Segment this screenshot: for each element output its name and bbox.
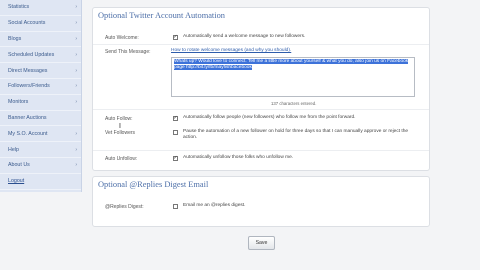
auto-follow-checkbox[interactable]: ✓ — [173, 116, 178, 121]
sidebar-item-label: My S.O. Account — [8, 130, 48, 137]
sidebar-item-blogs[interactable]: Blogs › — [0, 32, 81, 48]
auto-follow-label: Auto Follow: — [105, 116, 133, 122]
sidebar-item-logout[interactable]: Logout — [0, 174, 81, 190]
sidebar-item-label: Banner Auctions — [8, 114, 47, 121]
divider — [93, 44, 429, 45]
auto-welcome-checkbox[interactable]: ✓ — [173, 35, 178, 40]
welcome-message-text: Whats up? Would love to connect. Tell me… — [174, 59, 409, 71]
sidebar-item-social-accounts[interactable]: Social Accounts › — [0, 16, 81, 32]
sidebar-item-label: Help — [8, 146, 19, 153]
divider — [93, 150, 429, 151]
send-message-label: Send This Message: — [105, 49, 151, 55]
automation-title: Optional Twitter Account Automation — [98, 11, 225, 20]
sidebar-item-monitors[interactable]: Monitors › — [0, 95, 81, 111]
sidebar-item-scheduled-updates[interactable]: Scheduled Updates › — [0, 47, 81, 64]
sidebar-item-help[interactable]: Help › — [0, 142, 81, 158]
chevron-right-icon: › — [75, 35, 77, 42]
sidebar-item-label: Statistics — [8, 4, 30, 11]
sidebar-item-direct-messages[interactable]: Direct Messages › — [0, 63, 81, 79]
rotate-messages-link[interactable]: How to rotate welcome messages (and why … — [171, 48, 291, 53]
sidebar-item-label: Blogs — [8, 35, 22, 42]
sidebar-item-followers-friends[interactable]: Followers/Friends › — [0, 79, 81, 95]
auto-unfollow-label: Auto Unfollow: — [105, 156, 138, 162]
vet-followers-text: Pause the automation of a new follower o… — [183, 129, 409, 140]
sidebar-item-label: Followers/Friends — [8, 83, 50, 90]
sidebar-item-banner-auctions[interactable]: Banner Auctions — [0, 111, 81, 127]
digest-title: Optional @Replies Digest Email — [98, 180, 209, 189]
digest-panel: Optional @Replies Digest Email @Replies … — [92, 176, 430, 227]
chevron-right-icon: › — [75, 83, 77, 90]
chevron-right-icon: › — [75, 20, 77, 27]
auto-follow-text: Automatically follow people (new followe… — [183, 115, 356, 120]
mouse-cursor-icon: I — [119, 123, 121, 130]
digest-text: Email me an @replies digest. — [183, 203, 246, 208]
sidebar-item-label: Scheduled Updates — [8, 51, 55, 58]
chevron-right-icon: › — [75, 99, 77, 106]
auto-welcome-text: Automatically send a welcome message to … — [183, 34, 306, 39]
chevron-right-icon: › — [75, 67, 77, 74]
sidebar-item-label: Monitors — [8, 99, 29, 106]
welcome-message-textarea[interactable]: Whats up? Would love to connect. Tell me… — [171, 57, 415, 97]
chevron-right-icon: › — [75, 130, 77, 137]
sidebar-item-my-s-o-account[interactable]: My S.O. Account › — [0, 126, 81, 143]
save-button[interactable]: Save — [248, 236, 275, 250]
divider — [93, 109, 429, 110]
automation-panel: Optional Twitter Account Automation Auto… — [92, 7, 430, 171]
chevron-right-icon: › — [75, 162, 77, 169]
chevron-right-icon: › — [75, 51, 77, 58]
sidebar-item-about-us[interactable]: About Us › — [0, 158, 81, 174]
sidebar-item-label: Direct Messages — [8, 67, 48, 74]
chevron-right-icon: › — [75, 146, 77, 153]
auto-welcome-label: Auto Welcome: — [105, 35, 139, 41]
sidebar-item-label: Logout — [8, 178, 25, 185]
sidebar-item-label: About Us — [8, 162, 30, 169]
vet-followers-checkbox[interactable] — [173, 130, 178, 135]
auto-unfollow-checkbox[interactable]: ✓ — [173, 156, 178, 161]
chevron-right-icon: › — [75, 4, 77, 11]
char-count: 137 characters entered. — [271, 101, 317, 106]
auto-unfollow-text: Automatically unfollow those folks who u… — [183, 155, 294, 160]
sidebar-item-label: Social Accounts — [8, 20, 46, 27]
digest-label: @Replies Digest: — [105, 204, 144, 210]
digest-checkbox[interactable] — [173, 204, 178, 209]
sidebar-nav: Statistics › Social Accounts › Blogs › Schedul… — [0, 0, 82, 192]
sidebar-item-statistics[interactable]: Statistics › — [0, 0, 81, 16]
